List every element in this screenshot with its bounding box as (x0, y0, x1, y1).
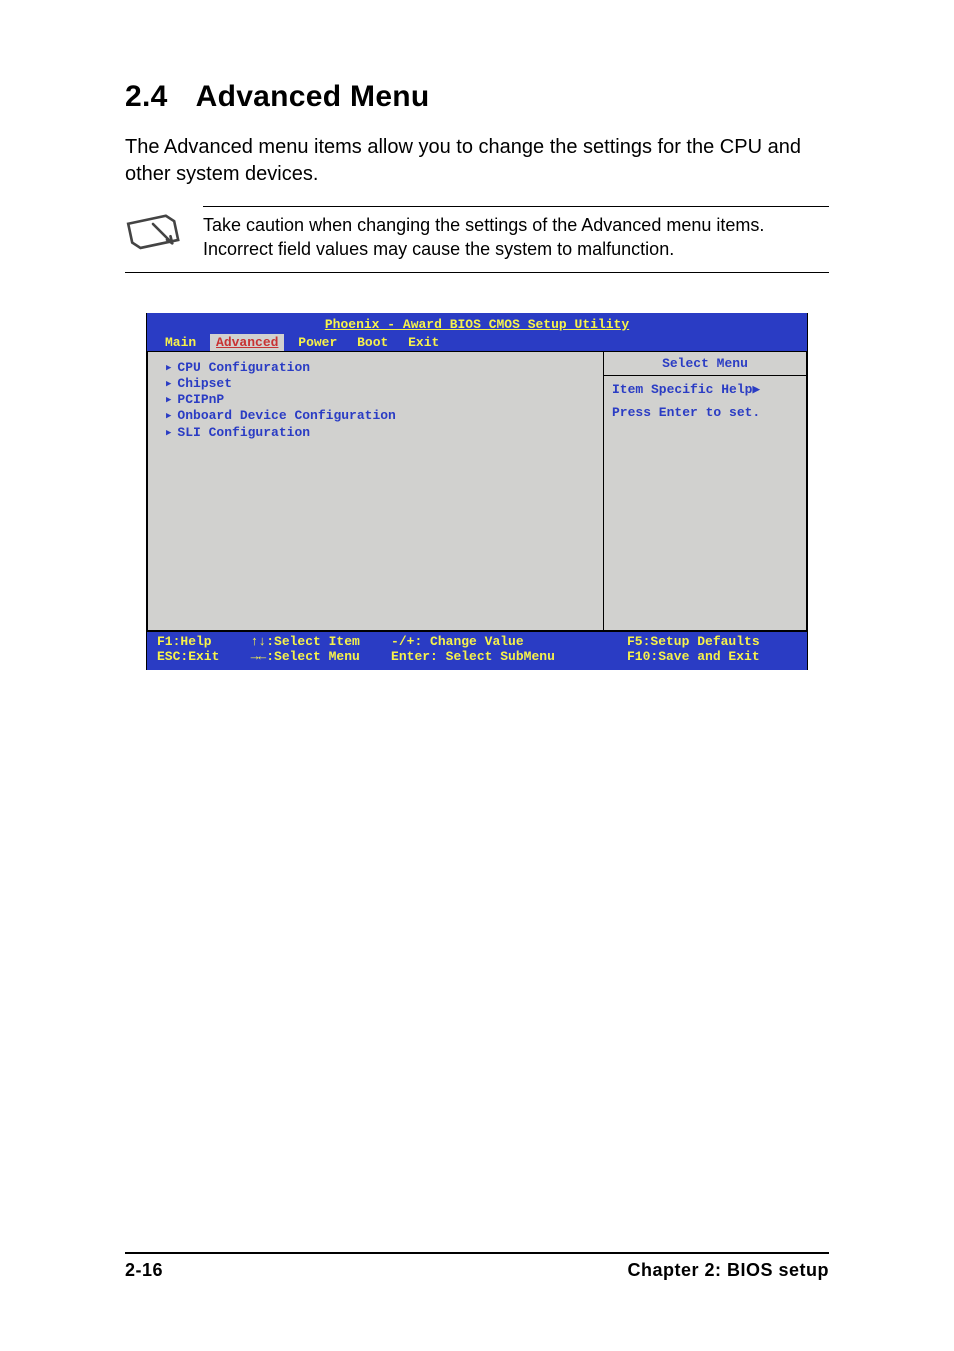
bios-footer-row1-left: F1:Help ↑↓:Select Item -/+: Change Value (157, 634, 627, 649)
note-text: Take caution when changing the settings … (203, 206, 829, 262)
bios-help-subhead: Item Specific Help▶ (604, 376, 806, 399)
bios-tabs: Main Advanced Power Boot Exit (147, 334, 807, 351)
note-icon (125, 206, 181, 257)
bios-menu-item: Chipset (166, 376, 585, 392)
bios-help-panel: Select Menu Item Specific Help▶ Press En… (603, 351, 807, 631)
bios-tab-advanced: Advanced (210, 334, 284, 351)
page-footer: 2-16 Chapter 2: BIOS setup (125, 1252, 829, 1281)
bios-body: CPU Configuration Chipset PCIPnP Onboard… (147, 351, 807, 631)
bios-menu-item: PCIPnP (166, 392, 585, 408)
section-heading: 2.4 Advanced Menu (125, 80, 829, 114)
bios-screenshot: Phoenix - Award BIOS CMOS Setup Utility … (146, 313, 808, 670)
bios-header: Phoenix - Award BIOS CMOS Setup Utility … (147, 313, 807, 351)
bios-menu-item: CPU Configuration (166, 360, 585, 376)
bios-footer-row2-left: ESC:Exit →←:Select Menu Enter: Select Su… (157, 649, 627, 664)
bios-footer-row2-right: F10:Save and Exit (627, 649, 797, 664)
bios-footer: F1:Help ↑↓:Select Item -/+: Change Value… (147, 631, 807, 670)
bios-menu-list: CPU Configuration Chipset PCIPnP Onboard… (147, 351, 603, 631)
bios-tab-exit: Exit (402, 334, 445, 351)
bios-tab-boot: Boot (351, 334, 394, 351)
bios-title: Phoenix - Award BIOS CMOS Setup Utility (147, 315, 807, 334)
bios-menu-item: Onboard Device Configuration (166, 408, 585, 424)
page-number: 2-16 (125, 1260, 163, 1281)
bios-menu-item: SLI Configuration (166, 425, 585, 441)
bios-footer-row1-right: F5:Setup Defaults (627, 634, 797, 649)
section-number: 2.4 (125, 80, 168, 113)
bios-help-text: Press Enter to set. (604, 399, 806, 426)
bios-tab-main: Main (159, 334, 202, 351)
intro-paragraph: The Advanced menu items allow you to cha… (125, 134, 829, 188)
section-title: Advanced Menu (196, 80, 430, 113)
caution-note: Take caution when changing the settings … (125, 206, 829, 273)
bios-tab-power: Power (292, 334, 343, 351)
chapter-label: Chapter 2: BIOS setup (627, 1260, 829, 1281)
bios-help-header: Select Menu (604, 352, 806, 376)
